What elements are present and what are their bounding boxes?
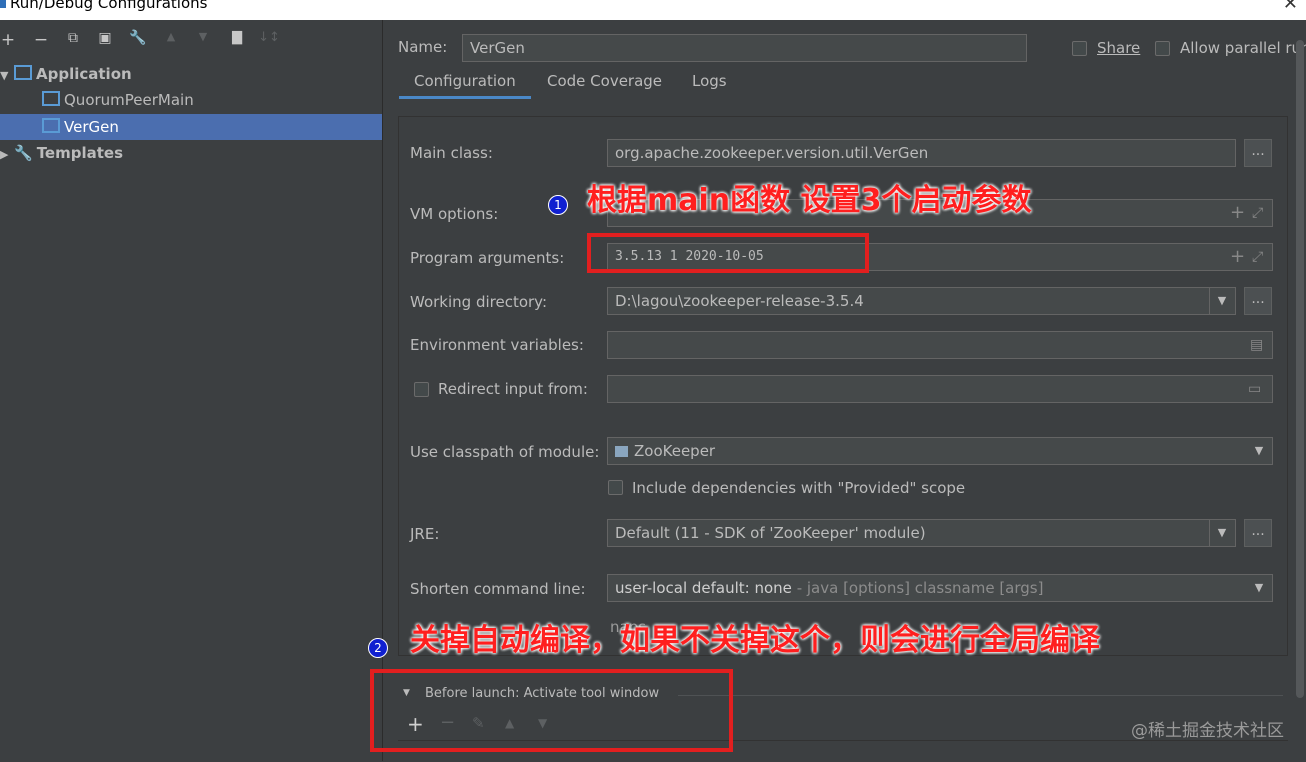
window-title: Run/Debug Configurations bbox=[10, 0, 208, 12]
sort-button[interactable]: ↓↕ bbox=[258, 30, 280, 58]
tree-item-quorumpeermain[interactable]: QuorumPeerMain bbox=[0, 87, 382, 113]
share-checkbox[interactable] bbox=[1072, 41, 1087, 56]
jre-value: Default (11 - SDK of 'ZooKeeper' module) bbox=[615, 524, 926, 542]
annotation-text-1: 根据main函数 设置3个启动参数 bbox=[587, 183, 1032, 218]
redirect-input-label: Redirect input from: bbox=[438, 380, 588, 398]
tree-item-label: Templates bbox=[36, 144, 124, 162]
share-label: Share bbox=[1097, 39, 1141, 57]
redirect-input-checkbox[interactable] bbox=[414, 382, 429, 397]
environment-variables-input[interactable]: ▤ bbox=[607, 331, 1273, 359]
shorten-command-line-value: user-local default: none bbox=[615, 579, 792, 597]
tree-item-templates[interactable]: ▶ 🔧 Templates bbox=[0, 140, 382, 166]
tab-configuration[interactable]: Configuration bbox=[399, 66, 531, 99]
shorten-command-line-label: Shorten command line: bbox=[410, 580, 586, 598]
close-icon[interactable]: ✕ bbox=[1283, 0, 1298, 14]
remove-config-button[interactable]: − bbox=[30, 30, 52, 58]
watermark: @稀土掘金技术社区 bbox=[1131, 721, 1284, 741]
allow-parallel-label: Allow parallel run bbox=[1180, 39, 1306, 57]
module-folder-icon bbox=[615, 446, 628, 457]
browse-jre-button[interactable]: ... bbox=[1244, 519, 1272, 547]
edit-defaults-button[interactable]: 🔧 bbox=[127, 30, 149, 58]
redirect-input-field[interactable]: ▭ bbox=[607, 375, 1273, 403]
expand-icon[interactable]: ⤢ bbox=[1252, 244, 1263, 270]
application-icon bbox=[14, 65, 32, 80]
annotation-box-1 bbox=[587, 233, 869, 273]
folder-icon[interactable]: ▭ bbox=[1248, 376, 1261, 402]
shorten-command-line-hint: - java [options] classname [args] bbox=[791, 579, 1044, 597]
tree-item-label: QuorumPeerMain bbox=[64, 91, 194, 109]
chevron-down-icon[interactable]: ▼ bbox=[1247, 575, 1271, 601]
config-icon bbox=[42, 91, 60, 106]
name-input[interactable]: VerGen bbox=[462, 34, 1027, 62]
plus-icon[interactable]: + bbox=[1230, 244, 1245, 270]
tab-logs[interactable]: Logs bbox=[692, 66, 727, 96]
tree-item-label: Application bbox=[36, 65, 132, 83]
tree-item-label: VerGen bbox=[64, 118, 119, 136]
expand-icon[interactable]: ⤢ bbox=[1252, 200, 1263, 226]
plus-icon[interactable]: + bbox=[1230, 200, 1245, 226]
program-arguments-label: Program arguments: bbox=[410, 249, 565, 267]
tree-item-application[interactable]: ▼ Application bbox=[0, 61, 382, 87]
chevron-down-icon[interactable]: ▼ bbox=[0, 63, 14, 89]
move-down-button[interactable]: ▼ bbox=[192, 30, 214, 58]
annotation-number-2: 2 bbox=[368, 638, 388, 658]
annotation-number-1: 1 bbox=[548, 195, 568, 215]
vm-options-label: VM options: bbox=[410, 205, 499, 223]
copy-config-button[interactable]: ⧉ bbox=[62, 30, 84, 58]
tab-code-coverage[interactable]: Code Coverage bbox=[547, 66, 662, 96]
browse-working-directory-button[interactable]: ... bbox=[1244, 287, 1272, 315]
tree-item-vergen[interactable]: VerGen bbox=[0, 114, 382, 140]
chevron-down-icon[interactable]: ▼ bbox=[1209, 520, 1234, 546]
save-config-button[interactable]: ▣ bbox=[94, 30, 116, 58]
working-directory-value: D:\lagou\zookeeper-release-3.5.4 bbox=[615, 292, 864, 310]
classpath-module-select[interactable]: ZooKeeper ▼ bbox=[607, 437, 1273, 465]
chevron-right-icon[interactable]: ▶ bbox=[0, 142, 14, 168]
name-label: Name: bbox=[398, 38, 448, 56]
wrench-icon: 🔧 bbox=[14, 144, 33, 162]
chevron-down-icon[interactable]: ▼ bbox=[1247, 438, 1271, 464]
environment-variables-label: Environment variables: bbox=[410, 336, 584, 354]
new-folder-button[interactable]: ▇ bbox=[226, 30, 248, 58]
vertical-scrollbar[interactable] bbox=[1296, 40, 1304, 698]
window-titlebar: Run/Debug Configurations ✕ bbox=[0, 0, 1306, 20]
move-up-button[interactable]: ▲ bbox=[160, 30, 182, 58]
main-class-input[interactable]: org.apache.zookeeper.version.util.VerGen bbox=[607, 139, 1236, 167]
annotation-text-2: 关掉自动编译，如果不关掉这个，则会进行全局编译 bbox=[410, 623, 1100, 658]
classpath-module-value: ZooKeeper bbox=[634, 442, 716, 460]
browse-main-class-button[interactable]: ... bbox=[1244, 139, 1272, 167]
jre-select[interactable]: Default (11 - SDK of 'ZooKeeper' module)… bbox=[607, 519, 1236, 547]
before-launch-separator bbox=[678, 695, 1283, 696]
add-config-button[interactable]: + bbox=[0, 30, 19, 58]
document-icon[interactable]: ▤ bbox=[1250, 332, 1263, 358]
chevron-down-icon[interactable]: ▼ bbox=[1209, 288, 1234, 314]
shorten-command-line-select[interactable]: user-local default: none - java [options… bbox=[607, 574, 1273, 602]
include-dependencies-checkbox[interactable] bbox=[608, 480, 623, 495]
jre-label: JRE: bbox=[410, 525, 440, 543]
main-class-label: Main class: bbox=[410, 144, 493, 162]
classpath-module-label: Use classpath of module: bbox=[410, 443, 600, 461]
working-directory-label: Working directory: bbox=[410, 293, 548, 311]
working-directory-input[interactable]: D:\lagou\zookeeper-release-3.5.4 ▼ bbox=[607, 287, 1236, 315]
app-icon bbox=[0, 0, 6, 8]
allow-parallel-checkbox[interactable] bbox=[1155, 41, 1170, 56]
annotation-box-2 bbox=[370, 669, 733, 752]
config-icon bbox=[42, 118, 60, 133]
include-dependencies-label: Include dependencies with "Provided" sco… bbox=[632, 479, 966, 497]
